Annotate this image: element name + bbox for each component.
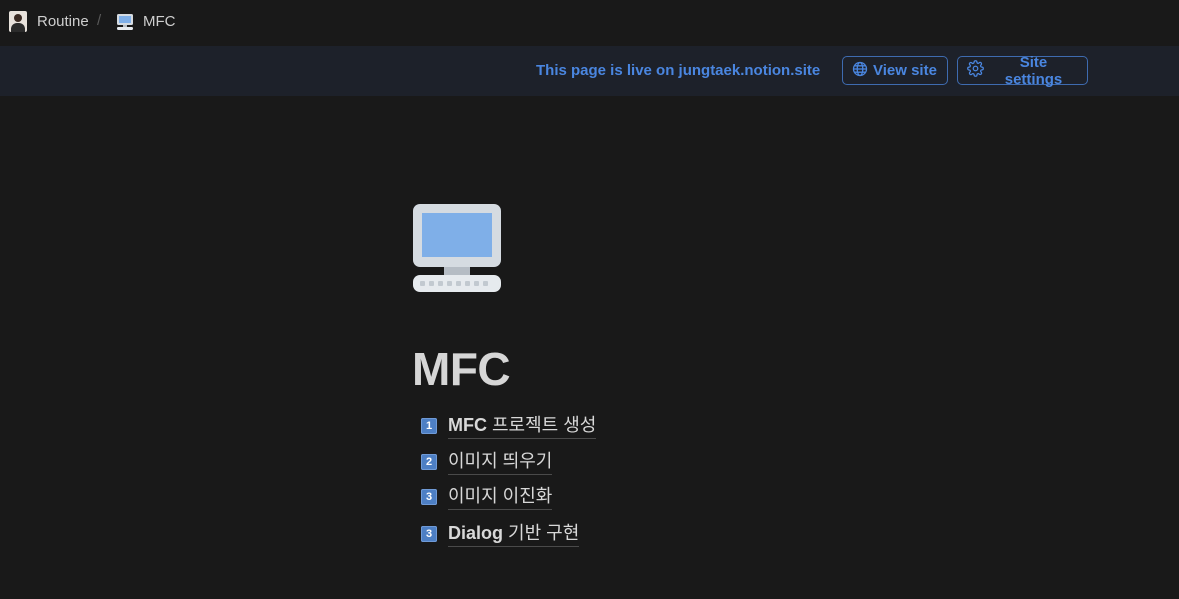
page-title[interactable]: MFC	[412, 342, 511, 396]
list-item[interactable]: 3 이미지 이진화	[421, 483, 553, 511]
view-site-label: View site	[873, 62, 937, 79]
publish-banner: This page is live on jungtaek.notion.sit…	[0, 46, 1179, 96]
list-item[interactable]: 1 MFC 프로젝트 생성	[421, 412, 597, 440]
number-1-icon: 1	[421, 418, 437, 434]
number-3-icon: 3	[421, 526, 437, 542]
site-settings-label: Site settings	[1004, 53, 1063, 88]
number-3-icon: 3	[421, 489, 437, 505]
subpage-link[interactable]: Dialog 기반 구현	[448, 521, 580, 547]
subpage-link[interactable]: MFC 프로젝트 생성	[448, 413, 597, 439]
site-settings-button[interactable]: Site settings	[957, 53, 1088, 88]
subpage-link[interactable]: 이미지 띄우기	[448, 449, 553, 475]
desktop-computer-icon	[116, 13, 134, 36]
breadcrumb-page[interactable]: MFC	[143, 13, 176, 30]
number-2-icon: 2	[421, 454, 437, 470]
breadcrumb-separator: /	[97, 12, 102, 29]
list-item[interactable]: 2 이미지 띄우기	[421, 448, 553, 476]
top-bar: Routine / MFC	[0, 0, 1179, 45]
view-site-button[interactable]: View site	[842, 56, 948, 85]
breadcrumb-workspace[interactable]: Routine	[37, 13, 89, 30]
globe-icon	[852, 61, 868, 81]
live-site-text[interactable]: This page is live on jungtaek.notion.sit…	[536, 62, 820, 79]
workspace-avatar[interactable]	[9, 11, 27, 32]
subpage-link[interactable]: 이미지 이진화	[448, 484, 553, 510]
page-icon-desktop-computer[interactable]	[412, 203, 502, 298]
list-item[interactable]: 3 Dialog 기반 구현	[421, 520, 580, 548]
gear-icon	[967, 60, 984, 81]
